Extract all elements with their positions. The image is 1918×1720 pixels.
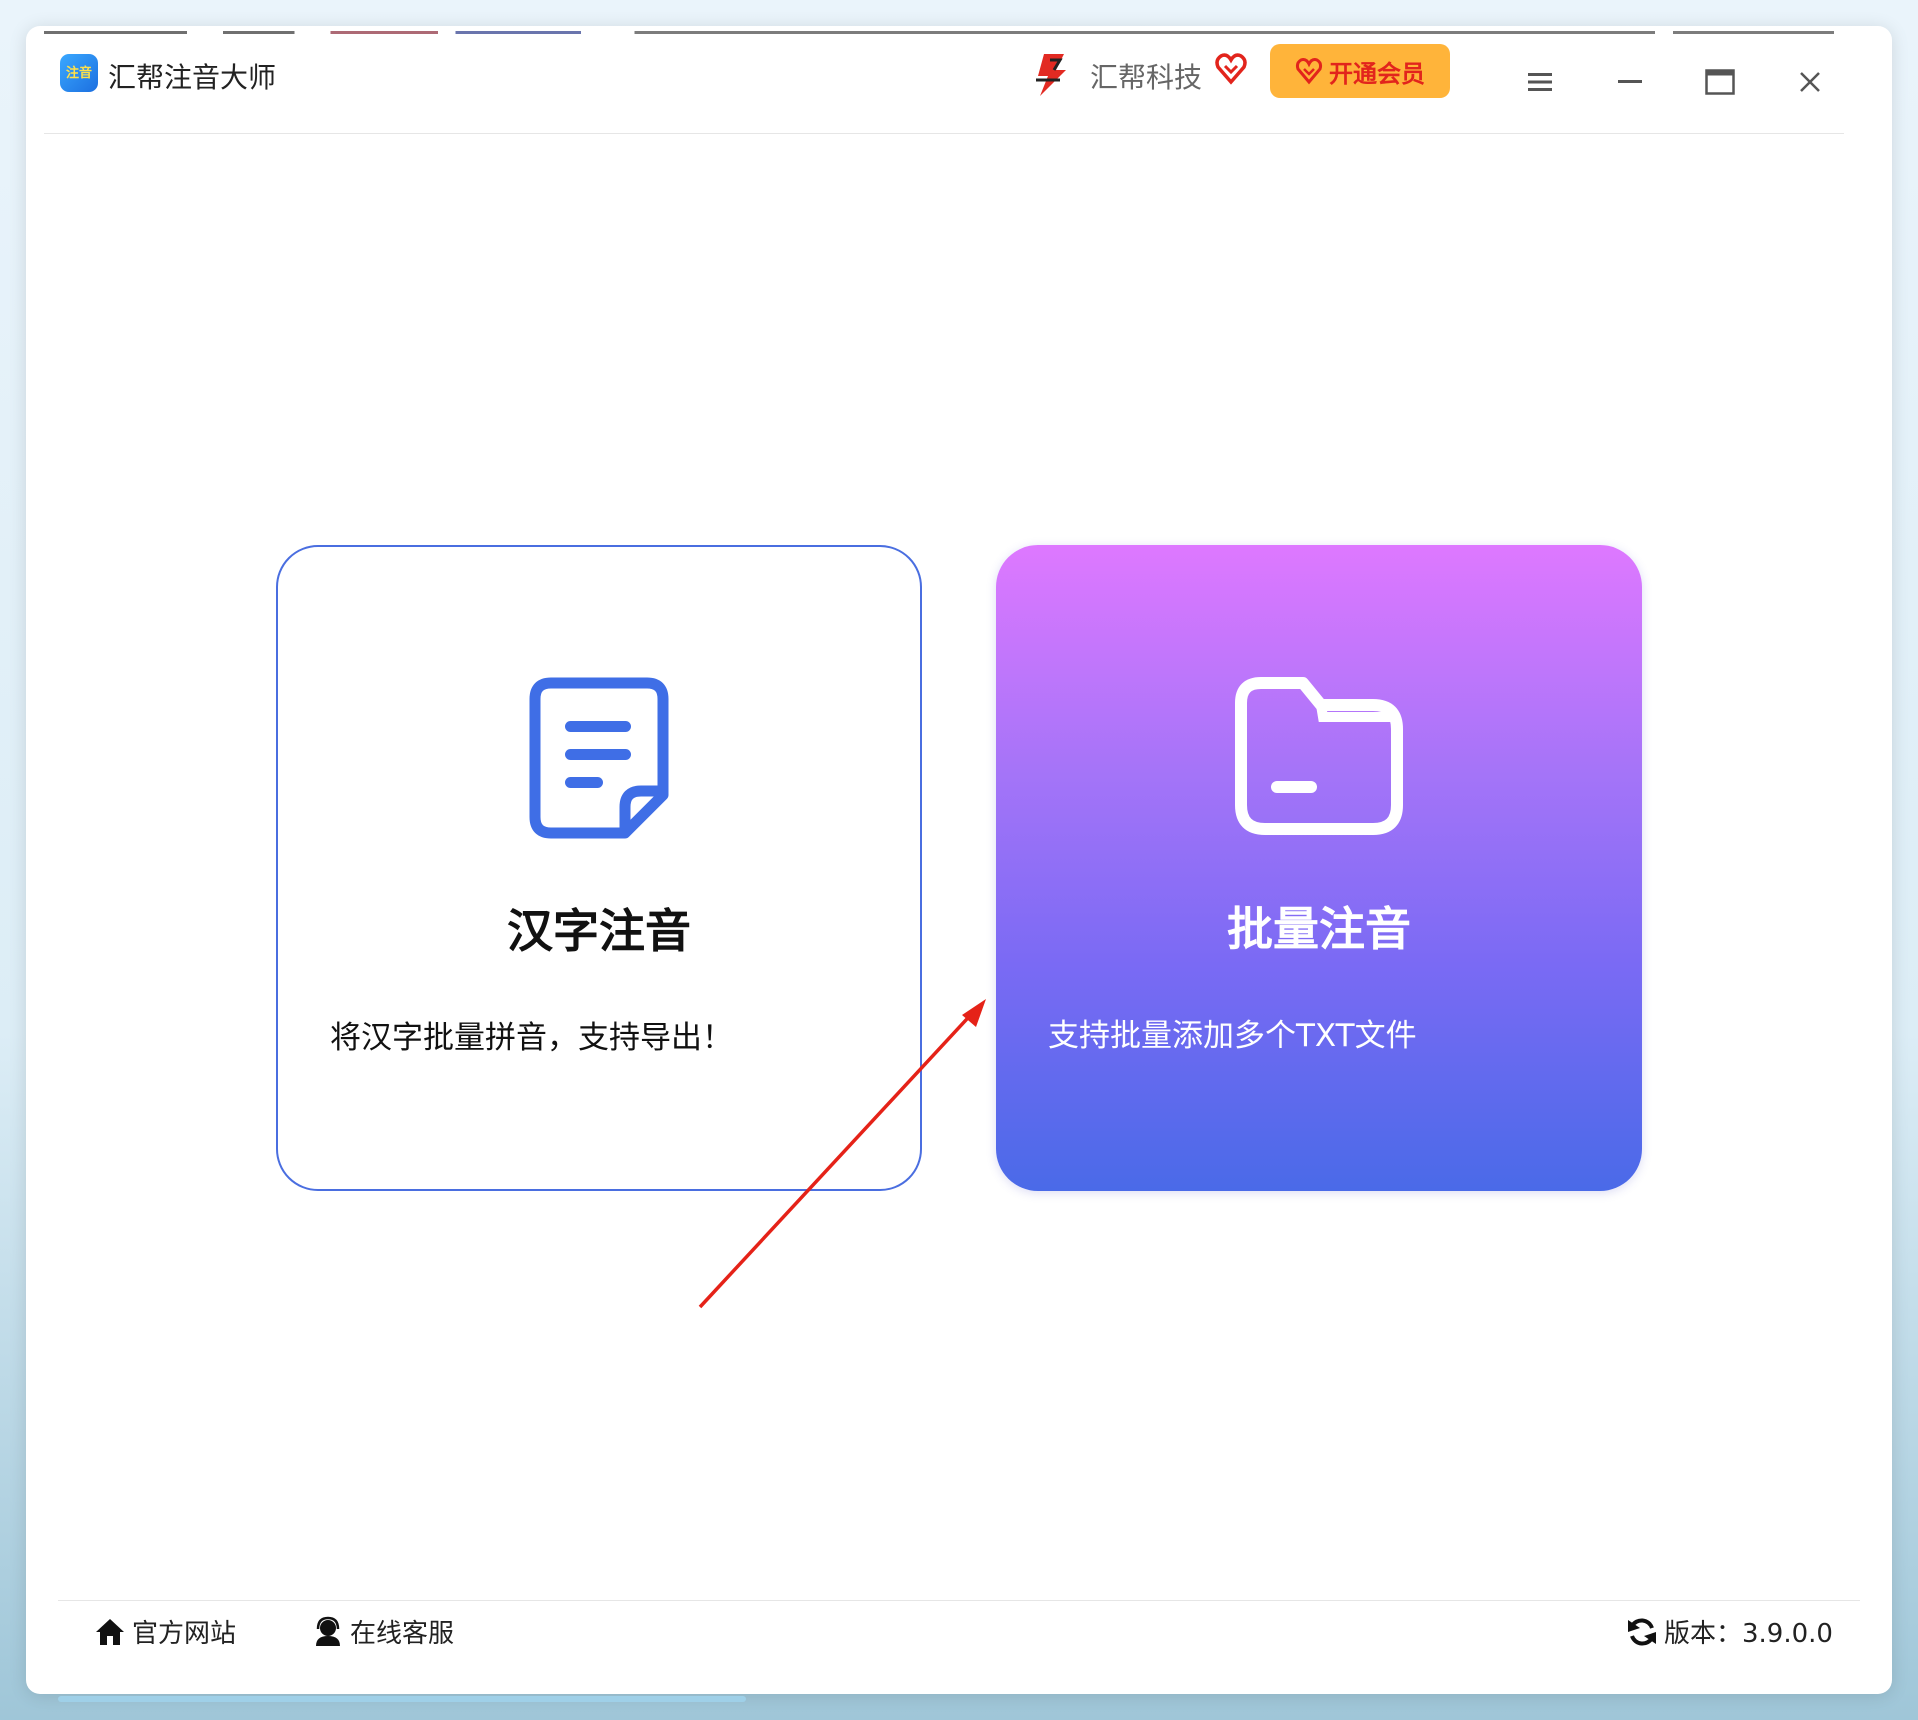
menu-icon xyxy=(1528,73,1552,91)
version-label: 版本：3.9.0.0 xyxy=(1664,1619,1833,1649)
folder-icon xyxy=(1235,677,1403,835)
support-agent-icon xyxy=(316,1616,340,1646)
document-icon xyxy=(529,677,669,839)
official-website-link[interactable]: 官方网站 xyxy=(94,1613,236,1650)
maximize-button[interactable] xyxy=(1700,62,1740,102)
app-logo-text: 注音 xyxy=(65,65,92,81)
online-support-link[interactable]: 在线客服 xyxy=(312,1613,454,1650)
home-icon xyxy=(96,1618,124,1645)
vip-heart-small-icon xyxy=(1295,58,1323,85)
app-logo-icon: 注音 xyxy=(60,54,98,92)
batch-annotation-card[interactable]: 批量注音 支持批量添加多个TXT文件 xyxy=(996,545,1642,1191)
minimize-button[interactable] xyxy=(1610,62,1650,102)
title-bar xyxy=(44,34,1844,134)
maximize-icon xyxy=(1705,69,1735,95)
vip-heart-icon[interactable] xyxy=(1214,52,1248,86)
app-title: 汇帮注音大师 xyxy=(108,61,277,94)
minimize-icon xyxy=(1618,80,1642,83)
vip-button-label: 开通会员 xyxy=(1329,59,1425,88)
version-info[interactable]: 版本：3.9.0.0 xyxy=(1626,1613,1833,1650)
brand-name: 汇帮科技 xyxy=(1090,61,1203,94)
brand-logo-icon xyxy=(1036,54,1066,96)
card-title: 汉字注音 xyxy=(507,904,691,958)
close-button[interactable] xyxy=(1790,62,1830,102)
red-annotation-arrow xyxy=(698,999,986,1309)
online-support-label: 在线客服 xyxy=(350,1619,455,1649)
footer-bar: 官方网站 在线客服 版本：3.9.0.0 xyxy=(58,1600,1860,1666)
close-icon xyxy=(1800,72,1820,92)
refresh-icon xyxy=(1628,1618,1656,1645)
card-title: 批量注音 xyxy=(1227,902,1411,956)
bottom-highlight-bar xyxy=(58,1696,746,1702)
card-description: 支持批量添加多个TXT文件 xyxy=(1048,1018,1417,1054)
vip-button[interactable]: 开通会员 xyxy=(1270,44,1450,98)
menu-button[interactable] xyxy=(1520,62,1560,102)
card-description: 将汉字批量拼音，支持导出！ xyxy=(330,1020,733,1056)
official-website-label: 官方网站 xyxy=(132,1619,237,1649)
